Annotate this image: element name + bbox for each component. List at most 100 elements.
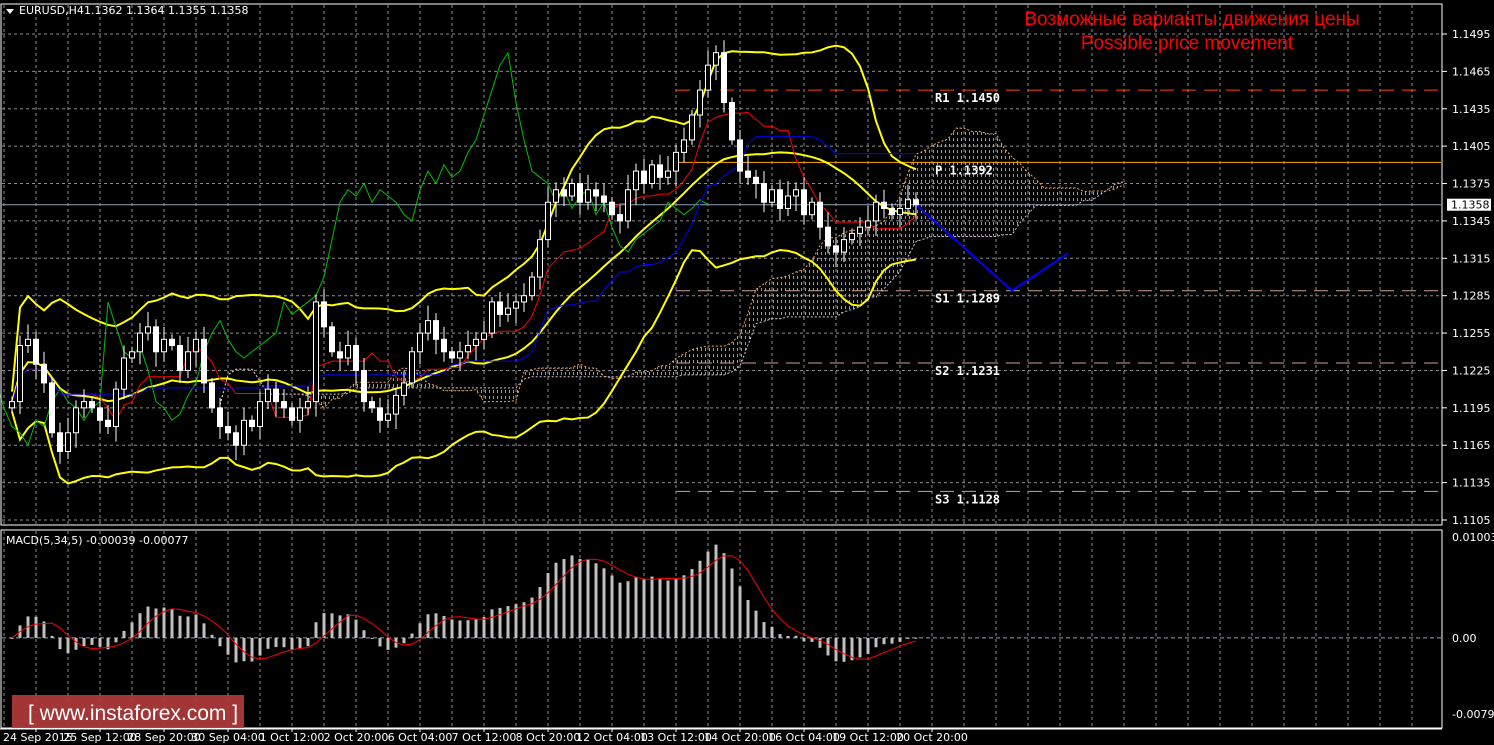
candle-body (361, 369, 367, 403)
candle-body (409, 351, 415, 384)
level-label-s3: S3 1.1128 (935, 492, 1000, 506)
candle-body (569, 183, 575, 197)
candle-body (833, 245, 839, 253)
dropdown-triangle-icon[interactable] (6, 9, 14, 14)
candle-body (57, 432, 63, 452)
x-tick-label: 1 Oct 12:00 (260, 731, 325, 744)
level-label-s2: S2 1.1231 (935, 364, 1000, 378)
x-tick-label: 12 Oct 04:00 (576, 731, 648, 744)
candle-body (785, 195, 791, 209)
candle-body (393, 394, 399, 415)
macd-tick-label: 0.00 (1452, 632, 1477, 645)
price-chart[interactable]: R1 1.1450 P 1.1392 S1 1.1289 S2 1.1231 S3 1.… (0, 0, 1494, 745)
candle-body (761, 183, 767, 203)
macd-histogram-bar (218, 637, 222, 647)
macd-histogram-bar (122, 630, 126, 638)
x-tick-label: 13 Oct 12:00 (640, 731, 712, 744)
macd-histogram-bar (322, 613, 326, 638)
candle-body (745, 170, 751, 178)
candle-body (161, 338, 167, 353)
candle-body (281, 401, 287, 409)
macd-histogram-bar (522, 602, 526, 638)
macd-histogram-bar (130, 622, 134, 638)
candle-body (249, 419, 255, 428)
macd-label: MACD(5,34,5) -0.00039 -0.00077 (6, 534, 188, 547)
macd-histogram-bar (210, 634, 214, 638)
macd-histogram-bar (658, 579, 662, 638)
logo-text[interactable]: [ www.instaforex.com ] (28, 702, 238, 725)
macd-histogram-bar (826, 637, 830, 656)
x-tick-label: 16 Oct 04:00 (768, 731, 840, 744)
macd-histogram-bar (346, 614, 350, 638)
macd-histogram-bar (362, 630, 366, 638)
macd-histogram-bar (330, 613, 334, 638)
y-tick-label: 1.1315 (1452, 252, 1491, 265)
macd-histogram-bar (74, 637, 78, 650)
macd-histogram-bar (666, 580, 670, 638)
macd-histogram-bar (66, 637, 70, 654)
candle-body (321, 301, 327, 328)
candle-body (769, 189, 775, 203)
level-label-s1: S1 1.1289 (935, 292, 1000, 306)
macd-histogram-bar (194, 614, 198, 638)
candle-body (697, 89, 703, 116)
candle-body (521, 295, 527, 303)
candle-body (153, 326, 159, 353)
candle-body (273, 388, 279, 403)
macd-histogram-bar (906, 637, 910, 639)
candle-body (417, 332, 423, 353)
candle-body (585, 189, 591, 203)
candle-body (345, 345, 351, 359)
macd-histogram-bar (306, 637, 310, 647)
y-tick-label: 1.1375 (1452, 178, 1491, 191)
macd-histogram-bar (802, 637, 806, 642)
candle-body (369, 401, 375, 409)
macd-histogram-bar (842, 637, 846, 662)
macd-histogram-bar (754, 610, 758, 638)
candle-body (145, 326, 151, 334)
candle-body (25, 338, 31, 347)
candle-body (73, 407, 79, 434)
macd-histogram-bar (722, 553, 726, 638)
macd-histogram-bar (386, 637, 390, 650)
candle-body (721, 52, 727, 104)
candle-body (217, 407, 223, 428)
macd-histogram-bar (234, 637, 238, 663)
candle-body (265, 388, 271, 403)
candle-body (465, 345, 471, 353)
candle-body (81, 401, 87, 409)
x-tick-label: 30 Sep 04:00 (191, 731, 264, 744)
x-tick-label: 7 Oct 12:00 (452, 731, 517, 744)
instaforex-logo[interactable]: [ www.instaforex.com ] (12, 695, 244, 728)
candle-body (313, 301, 319, 403)
macd-histogram-bar (738, 586, 742, 638)
macd-histogram-bar (170, 608, 174, 638)
candle-body (385, 413, 391, 421)
candle-body (609, 201, 615, 216)
x-tick-label: 14 Oct 20:00 (704, 731, 776, 744)
macd-histogram-bar (858, 637, 862, 658)
candle-body (33, 338, 39, 365)
macd-histogram-bar (138, 613, 142, 638)
candle-body (297, 407, 303, 421)
candle-body (353, 345, 359, 371)
candle-body (209, 382, 215, 409)
macd-histogram-bar (482, 617, 486, 638)
candle-body (529, 276, 535, 297)
candle-body (497, 301, 503, 315)
macd-histogram-bar (746, 599, 750, 638)
macd-histogram-bar (202, 623, 206, 638)
macd-histogram-bar (274, 637, 278, 648)
x-tick-label: 24 Sep 2015 (3, 731, 73, 744)
macd-histogram-bar (610, 575, 614, 638)
candle-body (625, 189, 631, 222)
x-tick-label: 28 Sep 20:00 (127, 731, 200, 744)
candle-body (201, 338, 207, 384)
macd-histogram-bar (874, 637, 878, 648)
candle-body (473, 338, 479, 347)
candle-body (753, 176, 759, 185)
candle-body (849, 232, 855, 241)
candle-body (649, 164, 655, 185)
candle-body (401, 382, 407, 396)
candle-body (897, 207, 903, 216)
